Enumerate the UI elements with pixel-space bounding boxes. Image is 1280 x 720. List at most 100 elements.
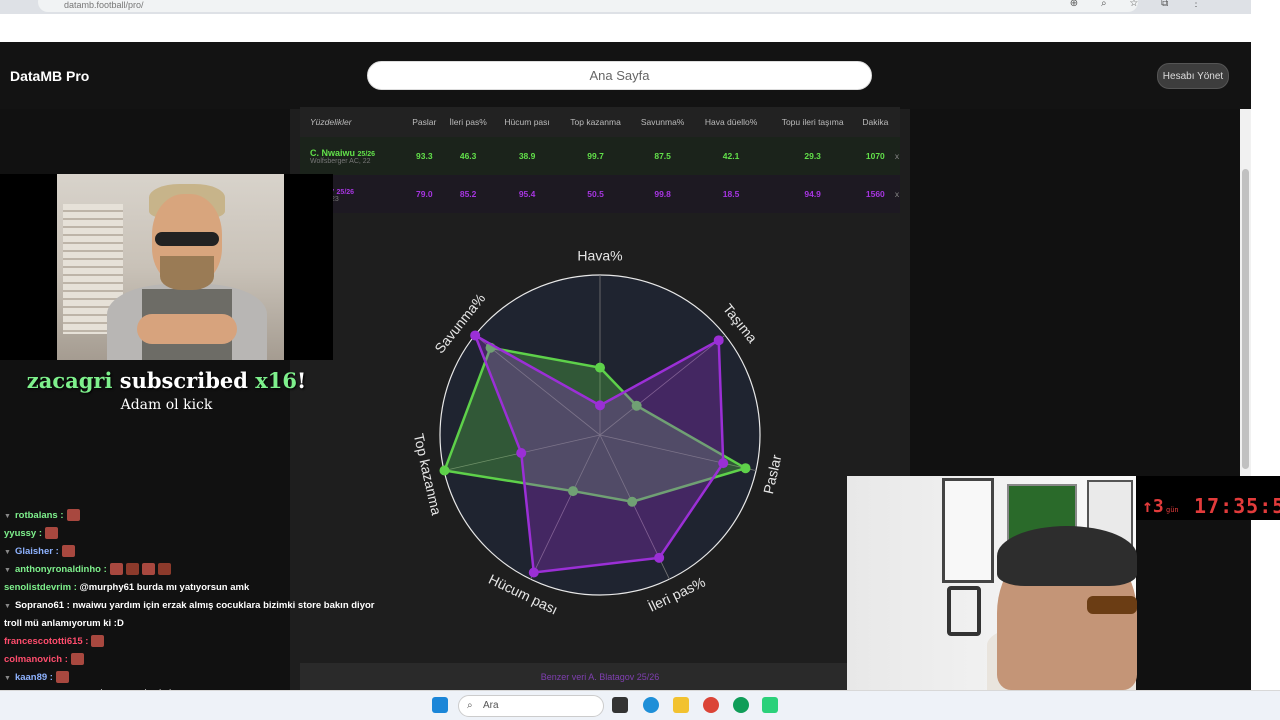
chat-text: @murphy61 burda mı yatıyorsun amk bbox=[76, 582, 250, 593]
chat-message: yyussy : bbox=[0, 525, 380, 543]
col-header[interactable]: Hava düello% bbox=[693, 107, 769, 137]
scroll-thumb[interactable] bbox=[1242, 169, 1249, 469]
windows-taskbar: ⌕ Ara bbox=[0, 690, 1280, 720]
remove-player-button[interactable]: x bbox=[893, 175, 900, 213]
chat-username[interactable]: Glaisher : bbox=[15, 546, 59, 557]
framed-poster bbox=[942, 478, 994, 583]
player-name: C. Nwaiwu bbox=[310, 147, 356, 158]
timer-time: 17:35:50 bbox=[1194, 494, 1280, 518]
table-cell: 94.9 bbox=[768, 175, 857, 213]
table-cell: 1070 bbox=[856, 137, 894, 175]
kick-app-icon[interactable] bbox=[762, 697, 778, 713]
table-header-row: Yüzdelikler Paslar İleri pas% Hücum pası… bbox=[300, 107, 900, 137]
player-season: 25/26 bbox=[357, 150, 376, 158]
radar-point[interactable] bbox=[595, 362, 605, 373]
sub-count: x16 bbox=[255, 368, 297, 393]
streamer-webcam bbox=[57, 174, 284, 360]
radar-point[interactable] bbox=[718, 458, 729, 469]
radar-point[interactable] bbox=[595, 400, 605, 411]
chat-badge-icon: ▼ bbox=[4, 675, 11, 682]
webcam-person-beard bbox=[160, 256, 214, 290]
radar-axis-label: Hava% bbox=[577, 248, 622, 264]
taskbar-search-input[interactable]: ⌕ Ara bbox=[458, 695, 604, 717]
browser-action-icons[interactable]: ⊕ ⌕ ☆ ⧉ ⋮ bbox=[1070, 0, 1211, 9]
page-scrollbar[interactable] bbox=[1240, 109, 1251, 479]
table-cell: 99.8 bbox=[631, 175, 694, 213]
chrome-profile-icon[interactable] bbox=[733, 697, 749, 713]
col-header: Yüzdelikler bbox=[300, 107, 408, 137]
col-header[interactable]: Savunma% bbox=[631, 107, 694, 137]
stream-chat: ▼ rotbalans : yyussy : ▼ Glaisher : ▼ anthonyr… bbox=[0, 507, 380, 687]
chat-badge-icon: ▼ bbox=[4, 603, 11, 610]
edge-browser-icon[interactable] bbox=[643, 697, 659, 713]
chat-emote-icon bbox=[157, 563, 171, 576]
timer-days: ↑3 bbox=[1142, 496, 1164, 517]
table-cell: 38.9 bbox=[494, 137, 560, 175]
browser-toolbar: datamb.football/pro/ ⊕ ⌕ ☆ ⧉ ⋮ bbox=[0, 0, 1251, 14]
table-cell: 93.3 bbox=[407, 137, 442, 175]
player-cell: C. Nwaiwu 25/26 Wolfsberger AC, 22 bbox=[300, 137, 408, 175]
col-header[interactable]: Topu ileri taşıma bbox=[768, 107, 857, 137]
sub-word: subscribed bbox=[119, 368, 248, 393]
chat-message: ▼ Soprano61 : nwaiwu yardım için erzak al… bbox=[0, 597, 380, 615]
task-view-icon[interactable] bbox=[612, 697, 628, 713]
chat-emote-icon bbox=[45, 527, 59, 540]
url-text: datamb.football/pro/ bbox=[64, 0, 144, 10]
radar-point[interactable] bbox=[439, 465, 450, 476]
table-cell: 46.3 bbox=[441, 137, 495, 175]
manage-account-button[interactable]: Hesabı Yönet bbox=[1157, 63, 1229, 89]
chat-username[interactable]: kaan89 : bbox=[15, 672, 53, 683]
brand-logo[interactable]: DataMB Pro bbox=[10, 68, 89, 84]
remove-player-button[interactable]: x bbox=[893, 137, 900, 175]
search-input[interactable]: Ana Sayfa bbox=[367, 61, 872, 90]
chat-username[interactable]: yyussy : bbox=[4, 528, 42, 539]
col-header[interactable]: Dakika bbox=[856, 107, 894, 137]
chat-username[interactable]: colmanovich : bbox=[4, 654, 68, 665]
countdown-timer: ↑3 gün 17:35:50 bbox=[1136, 476, 1280, 520]
table-cell: 95.4 bbox=[494, 175, 560, 213]
file-explorer-icon[interactable] bbox=[673, 697, 689, 713]
timer-days-label: gün bbox=[1166, 506, 1179, 514]
radar-point[interactable] bbox=[740, 463, 751, 474]
chat-emote-icon bbox=[66, 509, 80, 522]
table-cell: 85.2 bbox=[441, 175, 495, 213]
chat-message: colmanovich : bbox=[0, 651, 380, 669]
chrome-icon[interactable] bbox=[703, 697, 719, 713]
chat-username[interactable]: Soprano61 : bbox=[15, 600, 70, 611]
chat-username[interactable]: francescototti615 : bbox=[4, 636, 88, 647]
table-cell: 99.7 bbox=[559, 137, 632, 175]
chat-message: senolistdevrim : @murphy61 burda mı yatı… bbox=[0, 579, 380, 597]
chat-username[interactable]: rotbalans : bbox=[15, 510, 64, 521]
address-bar[interactable]: datamb.football/pro/ bbox=[38, 0, 1138, 12]
radar-point[interactable] bbox=[470, 330, 481, 341]
radar-point[interactable] bbox=[516, 447, 527, 458]
chat-username[interactable]: senolistdevrim : bbox=[4, 582, 77, 593]
col-header[interactable]: Paslar bbox=[407, 107, 442, 137]
webcam-person-hands bbox=[137, 314, 237, 344]
col-header-remove bbox=[893, 107, 900, 137]
sub-message: Adam ol kick bbox=[120, 397, 213, 413]
sunglasses bbox=[1087, 596, 1137, 614]
chat-username[interactable]: anthonyronaldinho : bbox=[15, 564, 107, 575]
chat-text: nwaiwu yardım için erzak almış cocuklara… bbox=[69, 600, 375, 611]
chat-message: troll mü anlamıyorum ki :D bbox=[0, 615, 380, 633]
table-cell: 50.5 bbox=[559, 175, 632, 213]
radar-point[interactable] bbox=[713, 335, 724, 346]
col-header[interactable]: Hücum pası bbox=[494, 107, 560, 137]
radar-chart: Hava%TaşımaPaslarİleri pas%Hücum pasıTop… bbox=[411, 248, 785, 618]
radar-point[interactable] bbox=[528, 567, 539, 578]
streamer-webcam-2 bbox=[847, 476, 1137, 690]
chat-message: ▼ Glaisher : bbox=[0, 543, 380, 561]
windows-start-icon[interactable] bbox=[432, 697, 448, 713]
col-header[interactable]: Top kazanma bbox=[559, 107, 632, 137]
radar-axis-label: Paslar bbox=[760, 453, 785, 496]
table-row: C. Nwaiwu 25/26 Wolfsberger AC, 22 93.3 4… bbox=[300, 137, 900, 175]
chat-message: ▼ anthonyronaldinho : bbox=[0, 561, 380, 579]
chat-text: troll mü anlamıyorum ki :D bbox=[4, 618, 124, 629]
table-cell: 87.5 bbox=[631, 137, 694, 175]
table-cell: 79.0 bbox=[407, 175, 442, 213]
chat-emote-icon bbox=[55, 671, 69, 684]
player-season: 25/26 bbox=[336, 188, 355, 196]
radar-point[interactable] bbox=[654, 552, 665, 563]
col-header[interactable]: İleri pas% bbox=[441, 107, 495, 137]
